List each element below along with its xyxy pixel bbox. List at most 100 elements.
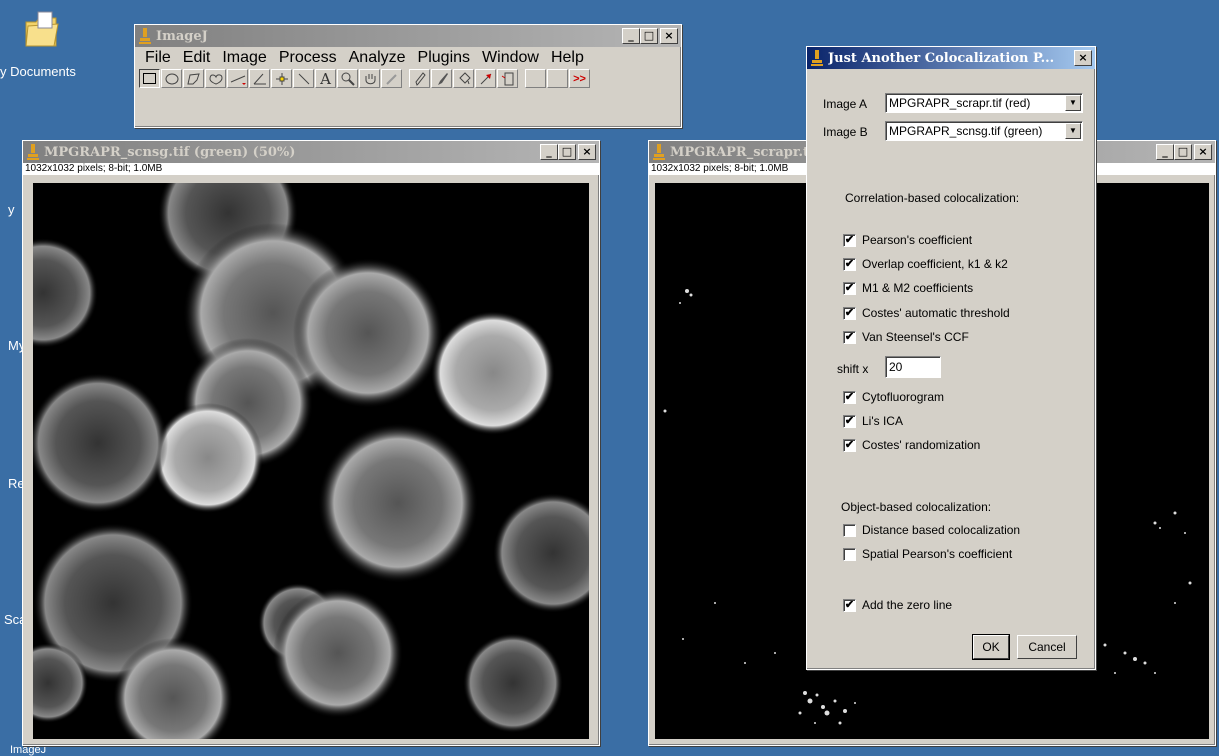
checkbox-row-cytofluorogram[interactable]: ✔ Cytofluorogram (843, 390, 944, 404)
imagej-logo-icon (139, 28, 151, 44)
menu-process[interactable]: Process (273, 49, 343, 67)
maximize-button[interactable]: □ (640, 28, 658, 44)
image-a-value: MPGRAPR_scrapr.tif (red) (889, 96, 1031, 110)
developer-menu-icon[interactable] (497, 69, 518, 88)
close-button[interactable]: × (578, 144, 596, 160)
checkbox-row-distance[interactable]: Distance based colocalization (843, 523, 1020, 537)
hand-tool-icon[interactable] (359, 69, 380, 88)
flood-fill-tool-icon[interactable] (453, 69, 474, 88)
desktop-label-my: y (8, 202, 15, 217)
costes-randomization-label: Costes' randomization (862, 438, 981, 452)
image-a-select[interactable]: MPGRAPR_scrapr.tif (red) ▼ (885, 93, 1083, 113)
green-window-title: MPGRAPR_scnsg.tif (green) (50%) (44, 144, 296, 160)
minimize-button[interactable]: _ (1156, 144, 1174, 160)
freehand-tool-icon[interactable] (205, 69, 226, 88)
minimize-button[interactable]: _ (540, 144, 558, 160)
close-button[interactable]: × (1194, 144, 1212, 160)
dropper-tool-icon[interactable] (381, 69, 402, 88)
chevron-down-icon[interactable]: ▼ (1065, 123, 1081, 139)
empty-tool-slot-2[interactable] (547, 69, 568, 88)
polygon-tool-icon[interactable] (183, 69, 204, 88)
chevron-down-icon[interactable]: ▼ (1065, 95, 1081, 111)
text-tool-icon[interactable]: A (315, 69, 336, 88)
distance-checkbox[interactable] (843, 523, 856, 537)
magnifier-tool-icon[interactable] (337, 69, 358, 88)
brush-tool-icon[interactable] (431, 69, 452, 88)
minimize-button[interactable]: _ (622, 28, 640, 44)
pearson-checkbox[interactable]: ✔ (843, 233, 856, 247)
imagej-toolbar: A >> (135, 67, 681, 90)
menu-image[interactable]: Image (216, 49, 272, 67)
zero-line-label: Add the zero line (862, 598, 953, 612)
imagej-logo-icon (811, 50, 823, 66)
line-tool-icon[interactable] (227, 69, 248, 88)
green-image-info: 1032x1032 pixels; 8-bit; 1.0MB (23, 163, 599, 175)
dialog-close-button[interactable]: × (1074, 50, 1092, 66)
correlation-header: Correlation-based colocalization: (845, 191, 1020, 205)
spatial-pearson-checkbox[interactable] (843, 547, 856, 561)
close-button[interactable]: × (660, 28, 678, 44)
li-ica-checkbox[interactable]: ✔ (843, 414, 856, 428)
pencil-tool-icon[interactable] (409, 69, 430, 88)
my-documents-icon[interactable] (22, 8, 62, 52)
empty-tool-slot[interactable] (525, 69, 546, 88)
menu-file[interactable]: File (139, 49, 177, 67)
li-ica-label: Li's ICA (862, 414, 903, 428)
colocalization-dialog: Just Another Colocalization P... × Image… (806, 46, 1096, 670)
angle-tool-icon[interactable] (249, 69, 270, 88)
menu-help[interactable]: Help (545, 49, 590, 67)
maximize-button[interactable]: □ (1174, 144, 1192, 160)
shift-x-input[interactable]: 20 (885, 356, 941, 378)
checkbox-row-costes-randomization[interactable]: ✔ Costes' randomization (843, 438, 980, 452)
image-b-value: MPGRAPR_scnsg.tif (green) (889, 124, 1043, 138)
ok-button[interactable]: OK (972, 634, 1010, 660)
checkbox-row-li-ica[interactable]: ✔ Li's ICA (843, 414, 903, 428)
checkbox-row-costes-threshold[interactable]: ✔ Costes' automatic threshold (843, 306, 1010, 320)
spatial-pearson-label: Spatial Pearson's coefficient (862, 547, 1013, 561)
rectangle-tool-icon[interactable] (139, 69, 160, 88)
maximize-button[interactable]: □ (558, 144, 576, 160)
checkbox-row-van-steensel[interactable]: ✔ Van Steensel's CCF (843, 330, 969, 344)
pearson-label: Pearson's coefficient (862, 233, 973, 247)
image-b-label: Image B (823, 125, 868, 139)
checkbox-row-zero-line[interactable]: ✔ Add the zero line (843, 598, 952, 612)
overlap-checkbox[interactable]: ✔ (843, 257, 856, 271)
checkbox-row-pearson[interactable]: ✔ Pearson's coefficient (843, 233, 972, 247)
cancel-button[interactable]: Cancel (1017, 635, 1077, 659)
costes-threshold-checkbox[interactable]: ✔ (843, 306, 856, 320)
imagej-menubar: File Edit Image Process Analyze Plugins … (135, 47, 681, 67)
checkbox-row-overlap[interactable]: ✔ Overlap coefficient, k1 & k2 (843, 257, 1008, 271)
point-tool-icon[interactable] (271, 69, 292, 88)
object-header: Object-based colocalization: (841, 500, 992, 514)
imagej-title: ImageJ (156, 28, 208, 44)
image-b-select[interactable]: MPGRAPR_scnsg.tif (green) ▼ (885, 121, 1083, 141)
dialog-titlebar[interactable]: Just Another Colocalization P... × (807, 47, 1095, 69)
m1m2-checkbox[interactable]: ✔ (843, 281, 856, 295)
van-steensel-checkbox[interactable]: ✔ (843, 330, 856, 344)
image-a-label: Image A (823, 97, 868, 111)
m1m2-label: M1 & M2 coefficients (862, 281, 974, 295)
green-window-titlebar[interactable]: MPGRAPR_scnsg.tif (green) (50%) _ □ × (23, 141, 599, 163)
menu-analyze[interactable]: Analyze (343, 49, 412, 67)
menu-window[interactable]: Window (476, 49, 545, 67)
oval-tool-icon[interactable] (161, 69, 182, 88)
cytofluorogram-checkbox[interactable]: ✔ (843, 390, 856, 404)
arrow-tool-icon[interactable] (475, 69, 496, 88)
more-tools-button[interactable]: >> (569, 69, 590, 88)
costes-threshold-label: Costes' automatic threshold (862, 306, 1010, 320)
zero-line-checkbox[interactable]: ✔ (843, 598, 856, 612)
imagej-logo-icon (653, 144, 665, 160)
checkbox-row-m1m2[interactable]: ✔ M1 & M2 coefficients (843, 281, 973, 295)
wand-tool-icon[interactable] (293, 69, 314, 88)
imagej-logo-icon (27, 144, 39, 160)
green-microscopy-image (33, 183, 589, 739)
menu-plugins[interactable]: Plugins (412, 49, 476, 67)
van-steensel-label: Van Steensel's CCF (862, 330, 969, 344)
costes-randomization-checkbox[interactable]: ✔ (843, 438, 856, 452)
checkbox-row-spatial-pearson[interactable]: Spatial Pearson's coefficient (843, 547, 1012, 561)
shift-x-label: shift x (837, 362, 869, 376)
green-image-canvas[interactable] (33, 183, 589, 739)
menu-edit[interactable]: Edit (177, 49, 217, 67)
imagej-main-window: ImageJ _ □ × File Edit Image Process Ana… (134, 24, 682, 128)
imagej-titlebar[interactable]: ImageJ _ □ × (135, 25, 681, 47)
